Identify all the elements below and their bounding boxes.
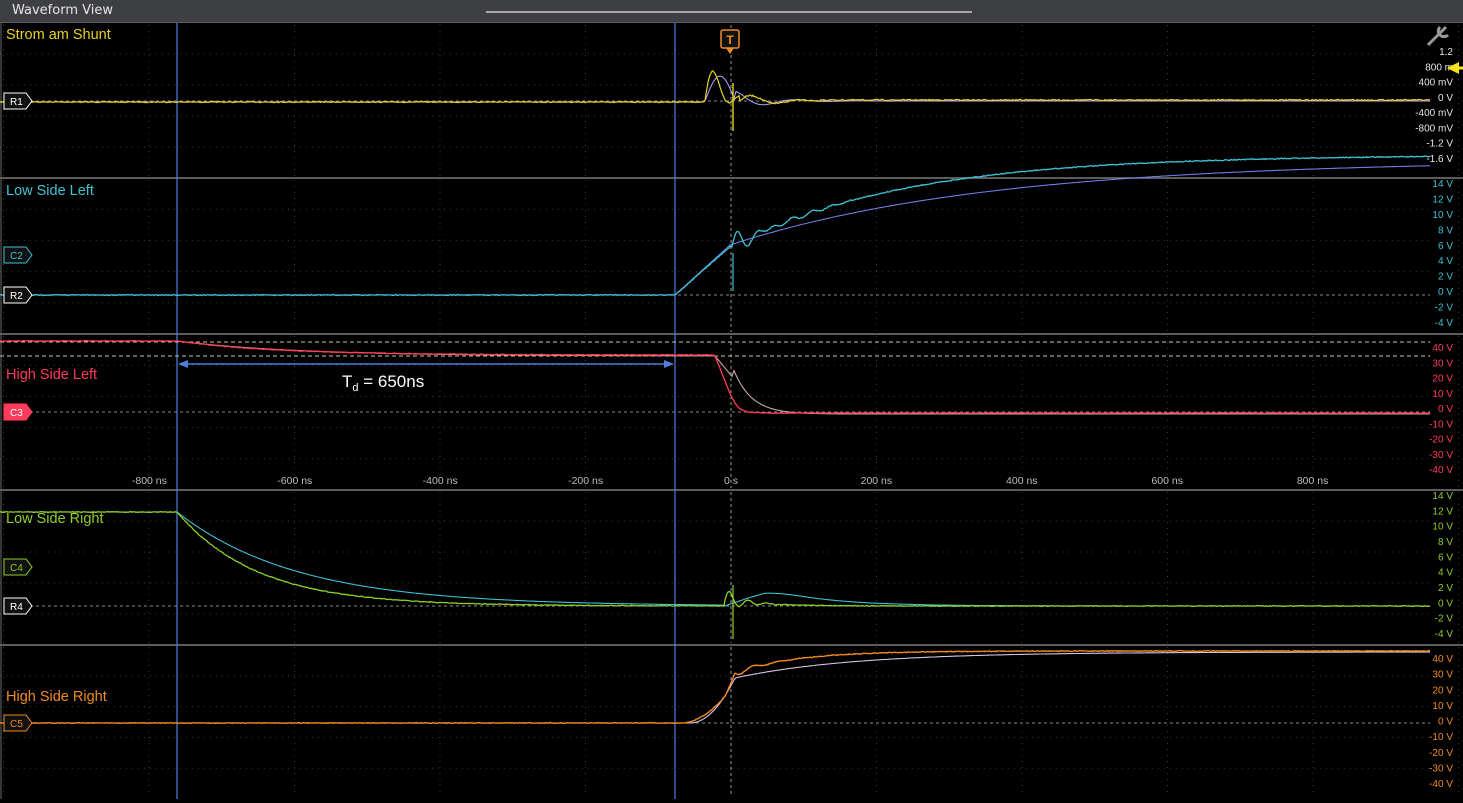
window-titlebar: Waveform View (0, 0, 1463, 23)
scale-label: -800 mV (1415, 123, 1453, 134)
scale-label: 0 V (1438, 717, 1453, 728)
time-axis-label: -400 ns (423, 475, 458, 487)
scale-label: 12 V (1432, 194, 1453, 205)
waveform-high-side-right (0, 649, 1431, 725)
wrench-shape (1426, 25, 1450, 47)
waveform-canvas[interactable]: Strom am ShuntR11.2800 m400 mV0 V-400 mV… (0, 4, 1463, 799)
scale-label: 40 V (1432, 654, 1453, 665)
channel-marker-r4[interactable]: R4 (3, 597, 33, 615)
trigger-pointer (726, 48, 734, 54)
time-axis-label: 200 ns (861, 475, 893, 487)
scale-label: -400 mV (1415, 108, 1453, 119)
scale-label: 4 V (1438, 568, 1453, 579)
horizontal-scrollbar[interactable] (486, 11, 972, 13)
scale-label: -10 V (1429, 732, 1453, 743)
scale-label: 0 V (1438, 287, 1453, 298)
waveform-ref-low-side-right (0, 511, 1430, 607)
td-value: = 650ns (358, 372, 425, 391)
channel-marker-c5[interactable]: C5 (3, 714, 33, 732)
scale-label: -1.6 V (1426, 154, 1453, 165)
scale-label: 14 V (1432, 491, 1453, 502)
scale-label: -10 V (1429, 419, 1453, 430)
channel-name: Strom am Shunt (6, 27, 111, 43)
channel-marker-r2[interactable]: R2 (3, 286, 33, 304)
marker-label: R1 (10, 97, 23, 108)
channel-name: Low Side Left (6, 183, 94, 199)
channel-marker-r1[interactable]: R1 (3, 92, 33, 110)
scale-label: -20 V (1429, 435, 1453, 446)
scale-label: 20 V (1432, 374, 1453, 385)
scale-label: 12 V (1432, 506, 1453, 517)
scale-label: 30 V (1432, 358, 1453, 369)
scale-label: 8 V (1438, 537, 1453, 548)
delay-measurement-label: Td = 650ns (342, 372, 424, 394)
scale-label: 1.2 (1439, 47, 1453, 58)
scale-label: 2 V (1438, 583, 1453, 594)
delay-arrow-right-head (664, 360, 674, 368)
marker-label: R4 (10, 602, 23, 613)
td-main-text: T (342, 372, 353, 391)
scale-label: 0 V (1438, 598, 1453, 609)
scale-label: 8 V (1438, 225, 1453, 236)
scale-label: 10 V (1432, 389, 1453, 400)
scale-label: -2 V (1435, 614, 1454, 625)
scale-label: -20 V (1429, 748, 1453, 759)
channel-marker-c3[interactable]: C3 (3, 403, 33, 421)
waveform-display[interactable]: Strom am Shunt R1 1.2 800 m 400 mV 0 V -400 mV… (0, 4, 1463, 799)
trigger-marker: T (720, 29, 740, 54)
time-axis-label: -600 ns (277, 475, 312, 487)
waveform-high-side-left (0, 339, 1431, 415)
scale-label: 2 V (1438, 272, 1453, 283)
marker-label: C2 (10, 251, 23, 262)
waveform-ref-low-side-left (0, 165, 1430, 296)
time-axis-label: 800 ns (1297, 475, 1329, 487)
scale-label: -2 V (1435, 303, 1454, 314)
channel-marker-c4[interactable]: C4 (3, 558, 33, 576)
scale-label: -4 V (1435, 629, 1454, 640)
scale-label: 40 V (1432, 343, 1453, 354)
time-axis-label: -800 ns (132, 475, 167, 487)
scale-label: -40 V (1429, 779, 1453, 790)
scale-label: 0 V (1438, 93, 1453, 104)
wrench-icon (1426, 25, 1450, 47)
scale-label: 14 V (1432, 179, 1453, 190)
scale-label: -40 V (1429, 465, 1453, 476)
scale-label: 20 V (1432, 685, 1453, 696)
delay-arrow-left-head (178, 360, 188, 368)
time-axis-label: 400 ns (1006, 475, 1038, 487)
marker-label: C5 (10, 719, 23, 730)
waveform-low-side-right (0, 510, 1431, 608)
scale-label: 4 V (1438, 256, 1453, 267)
scale-label: 6 V (1438, 552, 1453, 563)
channel-name: High Side Right (6, 689, 107, 705)
scale-label: 400 mV (1419, 78, 1454, 89)
trigger-label: T (726, 33, 734, 47)
waveform-low-side-left (0, 155, 1431, 297)
scale-label: -1.2 V (1426, 139, 1453, 150)
channel-name: High Side Left (6, 367, 97, 383)
scale-label: 10 V (1432, 210, 1453, 221)
scale-label: 6 V (1438, 241, 1453, 252)
time-axis-label: 600 ns (1151, 475, 1183, 487)
scale-label: 30 V (1432, 670, 1453, 681)
scale-label: -30 V (1429, 450, 1453, 461)
waveform-ref-high-side-left (0, 340, 1430, 415)
window-title: Waveform View (12, 3, 113, 18)
channel-marker-c2[interactable]: C2 (3, 246, 33, 264)
scale-label: -30 V (1429, 763, 1453, 774)
scale-label: 10 V (1432, 701, 1453, 712)
marker-label: C4 (10, 563, 23, 574)
scale-label: 10 V (1432, 522, 1453, 533)
marker-label: R2 (10, 291, 23, 302)
marker-label: C3 (10, 408, 23, 419)
scale-label: 0 V (1438, 404, 1453, 415)
waveform-ref-high-side-right (0, 651, 1430, 724)
time-axis-label: 0 s (724, 475, 738, 487)
channel-name: Low Side Right (6, 511, 104, 527)
scale-label: -4 V (1435, 318, 1454, 329)
waveform-strom-am-shunt (0, 70, 1431, 105)
time-axis-label: -200 ns (568, 475, 603, 487)
